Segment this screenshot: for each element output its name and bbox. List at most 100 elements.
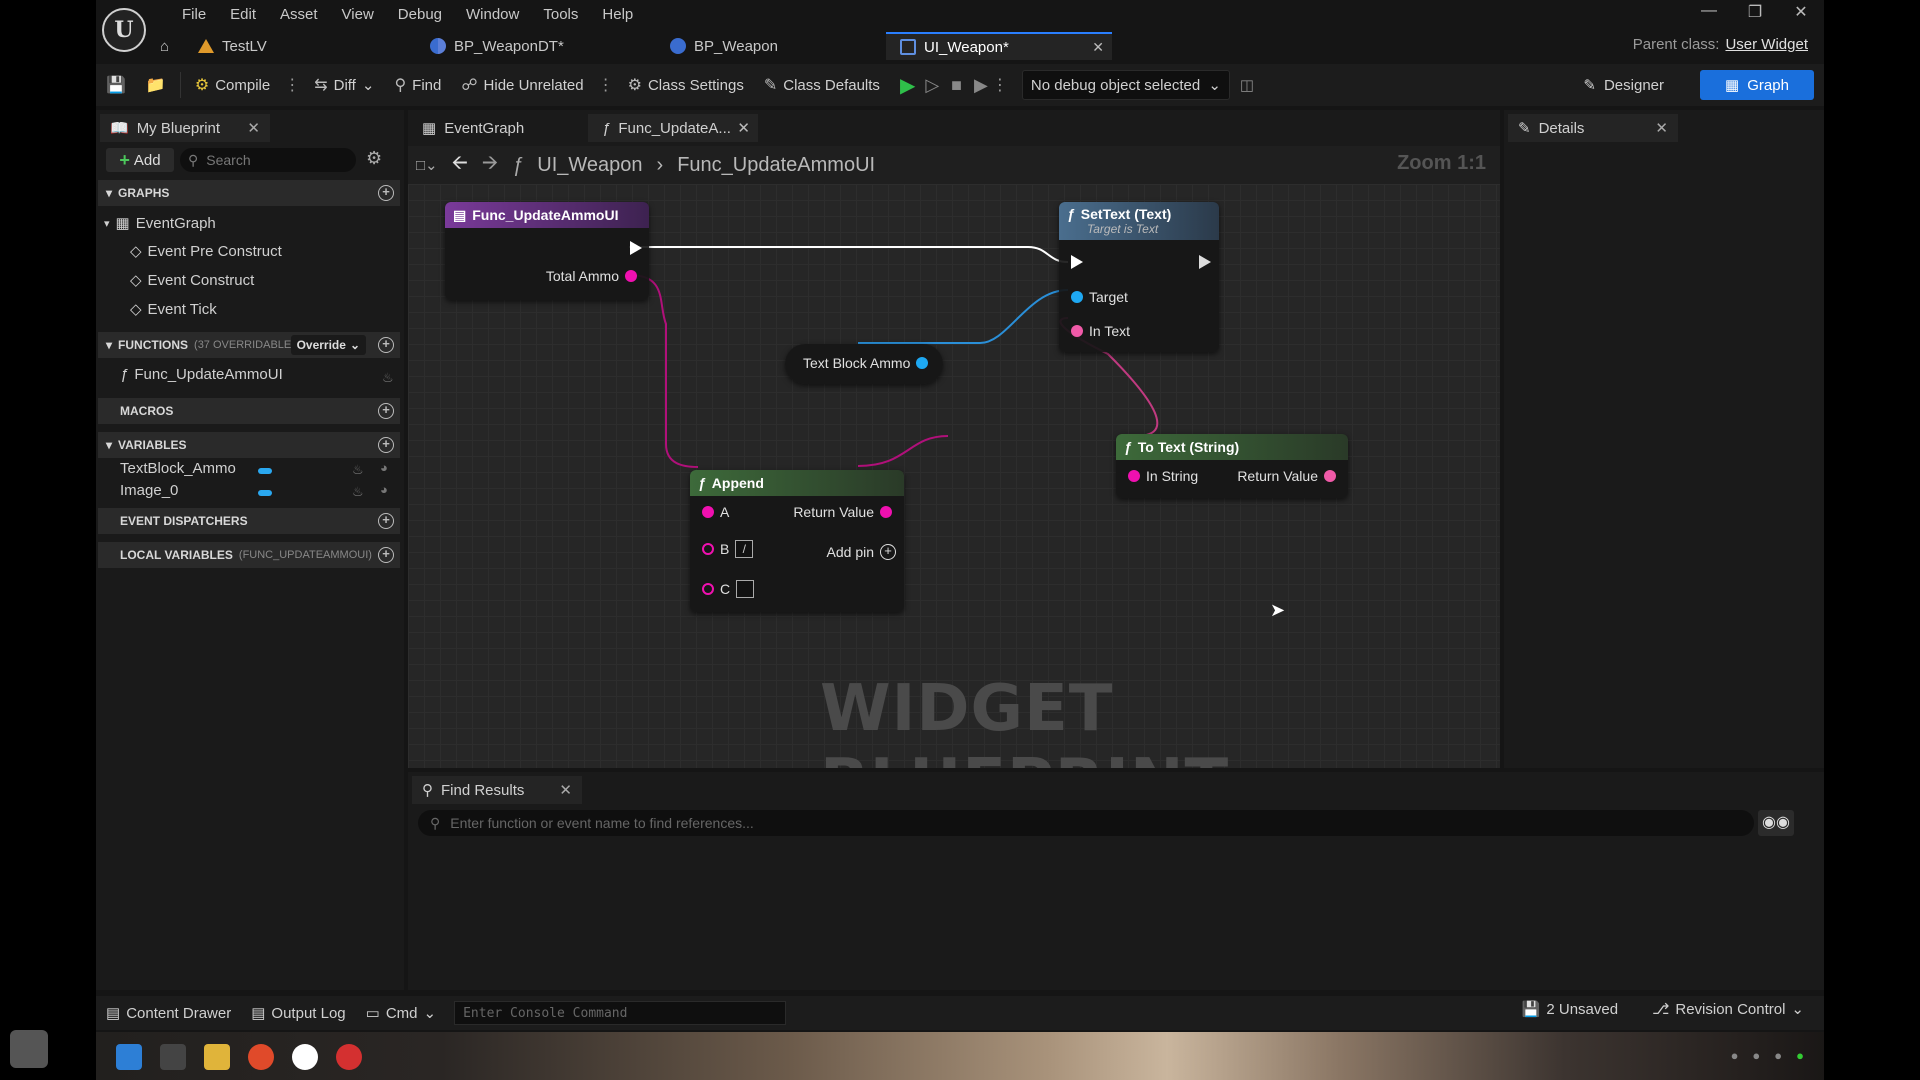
close-icon[interactable]: ✕ <box>1655 119 1668 137</box>
bell-icon[interactable]: ♨ <box>352 462 364 478</box>
save-button[interactable]: 💾 <box>96 69 136 101</box>
minimize-icon[interactable]: — <box>1698 2 1720 22</box>
unreal-taskbar-icon[interactable] <box>292 1044 318 1070</box>
find-results-tab[interactable]: ⚲ Find Results ✕ <box>412 776 582 804</box>
section-macros[interactable]: MACROS + <box>98 398 400 424</box>
menu-help[interactable]: Help <box>590 4 645 25</box>
exec-out-pin[interactable] <box>1199 255 1211 269</box>
tree-item-event[interactable]: ◇ Event Construct <box>130 271 254 290</box>
add-pin-button[interactable]: Add pin + <box>827 544 896 560</box>
tab-bp-weapon[interactable]: BP_Weapon <box>656 32 886 60</box>
pin-b[interactable]: B / <box>702 540 754 558</box>
simulate-icon[interactable]: ▶ <box>974 75 988 96</box>
browse-button[interactable]: 📁 <box>136 69 176 101</box>
unreal-logo-icon[interactable]: U <box>102 8 146 52</box>
section-variables[interactable]: ▾ VARIABLES + <box>98 432 400 458</box>
tree-item-function[interactable]: ƒ Func_UpdateAmmoUI <box>120 366 283 383</box>
settext-node[interactable]: ƒ SetText (Text) Target is Text Target In… <box>1059 202 1219 352</box>
pin-a[interactable]: A <box>702 504 729 520</box>
override-dropdown[interactable]: Override ⌄ <box>290 335 366 355</box>
exec-in-pin[interactable] <box>1071 255 1083 269</box>
pin-b-value-field[interactable]: / <box>735 540 754 558</box>
section-event-dispatchers[interactable]: EVENT DISPATCHERS + <box>98 508 400 534</box>
add-circle-icon[interactable]: + <box>378 185 394 201</box>
pin-target[interactable]: Target <box>1071 289 1128 305</box>
close-icon[interactable]: ✕ <box>247 119 260 137</box>
section-functions[interactable]: ▾ FUNCTIONS (37 OVERRIDABLE Override ⌄ + <box>98 332 400 358</box>
section-graphs[interactable]: ▾ GRAPHS + <box>98 180 400 206</box>
pin-c-value-field[interactable] <box>736 580 755 598</box>
eye-icon[interactable]: ◕ <box>380 482 388 497</box>
tab-bp-weapondt[interactable]: BP_WeaponDT* <box>416 32 656 60</box>
tree-item-event[interactable]: ◇ Event Pre Construct <box>130 242 282 261</box>
cmd-dropdown[interactable]: ▭ Cmd ⌄ <box>356 1004 446 1023</box>
output-log-button[interactable]: ▤ Output Log <box>241 1004 355 1023</box>
pin-return-value[interactable]: Return Value <box>1237 468 1336 484</box>
add-button[interactable]: + Add <box>106 148 174 172</box>
totext-string-node[interactable]: ƒ To Text (String) In String Return Valu… <box>1116 434 1348 498</box>
compile-options-icon[interactable]: ⋮ <box>280 75 304 95</box>
textblock-ammo-getter-node[interactable]: Text Block Ammo <box>785 344 943 384</box>
brave-browser-icon[interactable] <box>248 1044 274 1070</box>
tree-item-eventgraph[interactable]: ▾ ▦ EventGraph <box>104 214 216 233</box>
more-options-icon[interactable]: ⋮ <box>594 75 618 95</box>
unsaved-button[interactable]: 💾 2 Unsaved <box>1512 1000 1628 1019</box>
stop-icon[interactable]: ■ <box>951 75 962 96</box>
variable-item[interactable]: TextBlock_Ammo <box>120 460 236 477</box>
designer-mode-button[interactable]: ✎ Designer <box>1571 69 1676 101</box>
find-in-all-blueprints-button[interactable]: ◉◉ <box>1758 810 1794 836</box>
menu-asset[interactable]: Asset <box>268 4 330 25</box>
pin-in-text[interactable]: In Text <box>1071 323 1130 339</box>
pin-in-string[interactable]: In String <box>1128 468 1198 484</box>
tray-icon[interactable]: ● <box>1774 1048 1782 1063</box>
breadcrumb-root[interactable]: UI_Weapon <box>537 154 642 177</box>
menu-edit[interactable]: Edit <box>218 4 268 25</box>
find-search-input[interactable]: ⚲ Enter function or event name to find r… <box>418 810 1754 836</box>
home-tab[interactable]: ⌂ <box>156 32 184 60</box>
gear-icon[interactable]: ⚙ <box>366 148 382 169</box>
details-tab[interactable]: ✎ Details ✕ <box>1508 114 1678 142</box>
menu-window[interactable]: Window <box>454 4 531 25</box>
add-circle-icon[interactable]: + <box>378 337 394 353</box>
play-options-icon[interactable]: ⋮ <box>988 75 1012 95</box>
add-circle-icon[interactable]: + <box>378 437 394 453</box>
hide-unrelated-button[interactable]: ☍ Hide Unrelated <box>451 69 593 101</box>
close-icon[interactable]: ✕ <box>559 781 572 799</box>
function-entry-node[interactable]: ▤ Func_UpdateAmmoUI Total Ammo <box>445 202 649 300</box>
file-explorer-icon[interactable] <box>204 1044 230 1070</box>
app-taskbar-icon[interactable] <box>336 1044 362 1070</box>
tree-item-event[interactable]: ◇ Event Tick <box>130 300 217 319</box>
pin-text-block-ammo[interactable]: Text Block Ammo <box>803 355 929 371</box>
debug-browse-icon[interactable]: ◫ <box>1240 76 1254 94</box>
add-circle-icon[interactable]: + <box>378 513 394 529</box>
console-input[interactable]: Enter Console Command <box>454 1001 787 1025</box>
back-arrow-icon[interactable]: 🡨 <box>452 148 468 182</box>
eye-icon[interactable]: ◕ <box>380 460 388 475</box>
revision-control-button[interactable]: ⎇ Revision Control ⌄ <box>1642 1000 1814 1019</box>
task-view-icon[interactable] <box>160 1044 186 1070</box>
tab-eventgraph[interactable]: ▦ EventGraph <box>408 114 588 142</box>
find-button[interactable]: ⚲ Find <box>384 69 451 101</box>
tray-icon[interactable]: ● <box>1752 1048 1760 1063</box>
exec-out-pin[interactable] <box>630 241 642 255</box>
class-settings-button[interactable]: ⚙ Class Settings <box>618 69 754 101</box>
add-circle-icon[interactable]: + <box>378 547 394 563</box>
append-node[interactable]: ƒ Append A Return Value B / Add pin + C <box>690 470 904 612</box>
bell-icon[interactable]: ♨ <box>382 370 394 386</box>
add-circle-icon[interactable]: + <box>378 403 394 419</box>
close-tab-icon[interactable]: ✕ <box>1092 39 1104 56</box>
pin-return-value[interactable]: Return Value <box>793 504 892 520</box>
bell-icon[interactable]: ♨ <box>352 484 364 500</box>
bookmark-icon[interactable]: □⌄ <box>416 156 438 174</box>
menu-file[interactable]: File <box>170 4 218 25</box>
tab-testlv[interactable]: TestLV <box>184 32 416 60</box>
search-input[interactable]: ⚲ Search <box>180 148 356 172</box>
tab-func-updateammoui[interactable]: ƒ Func_UpdateA... ✕ <box>588 114 758 142</box>
close-tab-icon[interactable]: ✕ <box>737 119 750 137</box>
graph-mode-button[interactable]: ▦ Graph <box>1700 70 1814 100</box>
section-local-variables[interactable]: LOCAL VARIABLES (FUNC_UPDATEAMMOUI) + <box>98 542 400 568</box>
variable-item[interactable]: Image_0 <box>120 482 178 499</box>
menu-tools[interactable]: Tools <box>531 4 590 25</box>
menu-debug[interactable]: Debug <box>386 4 454 25</box>
compile-button[interactable]: ⚙ Compile <box>185 69 280 101</box>
